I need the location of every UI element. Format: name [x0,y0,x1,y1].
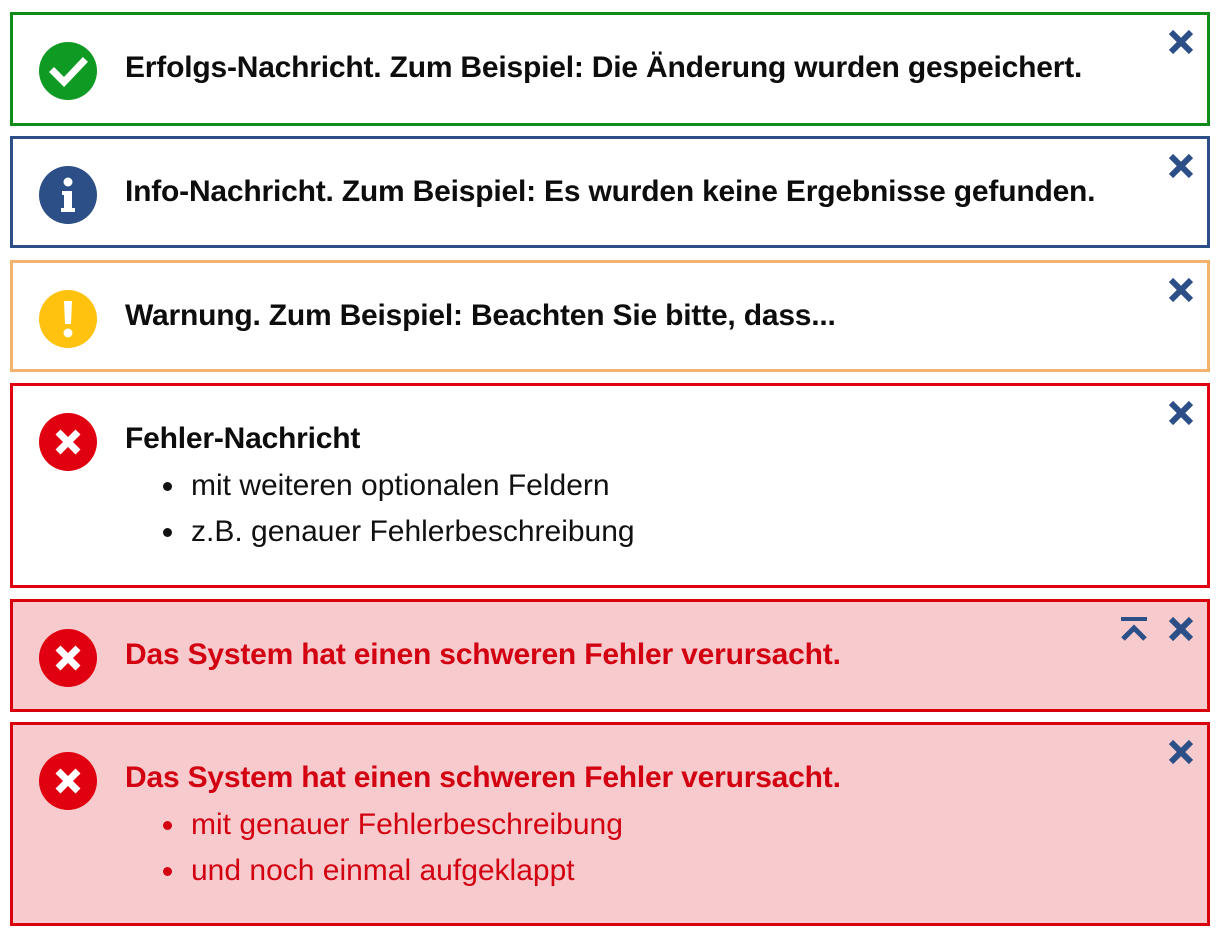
message-text: Fehler-Nachricht [125,422,361,455]
list-item: und noch einmal aufgeklappt [163,853,623,899]
close-icon[interactable] [1167,276,1195,304]
details-list: mit weiteren optionalen Feldern z.B. gen… [163,468,635,560]
error-message: Fehler-Nachricht mit weiteren optionalen… [10,383,1210,588]
checkmark-circle-icon [38,41,98,101]
message-text: Info-Nachricht. Zum Beispiel: Es wurden … [125,175,1096,208]
list-item: mit weiteren optionalen Feldern [163,468,635,514]
close-icon[interactable] [1167,615,1195,643]
close-icon[interactable] [1167,738,1195,766]
expand-toggle-icon[interactable] [1119,615,1149,643]
warning-message: Warnung. Zum Beispiel: Beachten Sie bitt… [10,260,1210,372]
list-item: mit genauer Fehlerbeschreibung [163,807,623,853]
info-circle-icon [38,165,98,225]
message-text: Erfolgs-Nachricht. Zum Beispiel: Die Änd… [125,51,1083,84]
error-x-circle-icon [38,628,98,688]
close-icon[interactable] [1167,28,1195,56]
success-message: Erfolgs-Nachricht. Zum Beispiel: Die Änd… [10,12,1210,126]
close-icon[interactable] [1167,399,1195,427]
fatal-error-message-expanded: Das System hat einen schweren Fehler ver… [10,722,1210,926]
exclamation-circle-icon [38,289,98,349]
message-text: Das System hat einen schweren Fehler ver… [125,761,841,794]
close-icon[interactable] [1167,152,1195,180]
message-text: Warnung. Zum Beispiel: Beachten Sie bitt… [125,299,836,332]
info-message: Info-Nachricht. Zum Beispiel: Es wurden … [10,136,1210,248]
error-x-circle-icon [38,751,98,811]
details-list: mit genauer Fehlerbeschreibung und noch … [163,807,623,899]
error-x-circle-icon [38,412,98,472]
list-item: z.B. genauer Fehlerbeschreibung [163,514,635,560]
message-text: Das System hat einen schweren Fehler ver… [125,638,841,671]
fatal-error-message: Das System hat einen schweren Fehler ver… [10,599,1210,712]
